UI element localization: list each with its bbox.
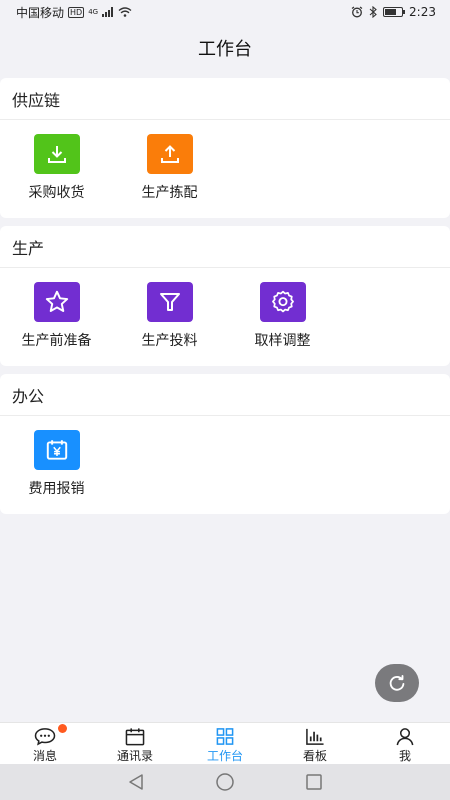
section-production: 生产 生产前准备 生产投料 取样调整 bbox=[0, 226, 450, 366]
production-picking-button[interactable]: 生产拣配 bbox=[113, 120, 226, 202]
hd-icon: HD bbox=[68, 6, 85, 18]
bluetooth-icon bbox=[369, 6, 377, 18]
upload-icon bbox=[146, 134, 193, 174]
tab-me[interactable]: 我 bbox=[360, 723, 450, 764]
unread-badge bbox=[58, 724, 67, 733]
system-nav-bar bbox=[0, 764, 450, 800]
gear-icon bbox=[259, 282, 306, 322]
section-title: 供应链 bbox=[0, 78, 450, 120]
item-label: 采购收货 bbox=[28, 185, 85, 201]
tab-contacts[interactable]: 通讯录 bbox=[90, 723, 180, 764]
refresh-float-button[interactable] bbox=[375, 664, 419, 702]
back-icon[interactable] bbox=[127, 773, 145, 791]
tab-label: 看板 bbox=[302, 749, 327, 763]
section-supply-chain: 供应链 采购收货 生产拣配 bbox=[0, 78, 450, 218]
bottom-tab-bar: 消息 通讯录 工作台 看板 我 bbox=[0, 722, 450, 764]
alarm-icon bbox=[351, 6, 363, 18]
purchase-receipt-button[interactable]: 采购收货 bbox=[0, 120, 113, 202]
item-label: 费用报销 bbox=[28, 481, 85, 497]
tab-workbench[interactable]: 工作台 bbox=[180, 723, 270, 764]
message-icon bbox=[34, 728, 56, 746]
status-bar: 中国移动 HD 4G 2:23 bbox=[0, 0, 450, 24]
clock-label: 2:23 bbox=[409, 5, 436, 19]
tab-label: 消息 bbox=[32, 749, 57, 763]
carrier-label: 中国移动 bbox=[16, 5, 65, 20]
yen-calendar-icon bbox=[33, 430, 80, 470]
tab-label: 通讯录 bbox=[116, 749, 153, 763]
contacts-calendar-icon bbox=[125, 728, 145, 746]
recent-apps-icon[interactable] bbox=[305, 773, 323, 791]
network-label: 4G bbox=[88, 8, 99, 16]
star-icon bbox=[33, 282, 80, 322]
section-office: 办公 费用报销 bbox=[0, 374, 450, 514]
battery-icon bbox=[383, 7, 406, 17]
person-icon bbox=[396, 728, 414, 746]
page-header: 工作台 bbox=[0, 24, 450, 72]
download-icon bbox=[33, 134, 80, 174]
production-feeding-button[interactable]: 生产投料 bbox=[113, 268, 226, 350]
tab-dashboard[interactable]: 看板 bbox=[270, 723, 360, 764]
tab-label: 工作台 bbox=[206, 749, 243, 763]
sampling-adjustment-button[interactable]: 取样调整 bbox=[226, 268, 339, 350]
item-label: 生产前准备 bbox=[21, 333, 92, 349]
page-title: 工作台 bbox=[198, 39, 252, 60]
pre-production-button[interactable]: 生产前准备 bbox=[0, 268, 113, 350]
item-label: 生产投料 bbox=[141, 333, 198, 349]
item-label: 取样调整 bbox=[254, 333, 311, 349]
signal-icon bbox=[102, 7, 114, 17]
expense-reimbursement-button[interactable]: 费用报销 bbox=[0, 416, 113, 498]
tab-label: 我 bbox=[398, 749, 411, 763]
refresh-icon bbox=[389, 675, 405, 691]
wifi-icon bbox=[118, 7, 132, 17]
home-icon[interactable] bbox=[215, 772, 235, 792]
bar-chart-icon bbox=[306, 728, 324, 745]
funnel-icon bbox=[146, 282, 193, 322]
tab-messages[interactable]: 消息 bbox=[0, 723, 90, 764]
section-title: 生产 bbox=[0, 226, 450, 268]
grid-icon bbox=[216, 728, 234, 745]
item-label: 生产拣配 bbox=[141, 185, 198, 201]
section-title: 办公 bbox=[0, 374, 450, 416]
